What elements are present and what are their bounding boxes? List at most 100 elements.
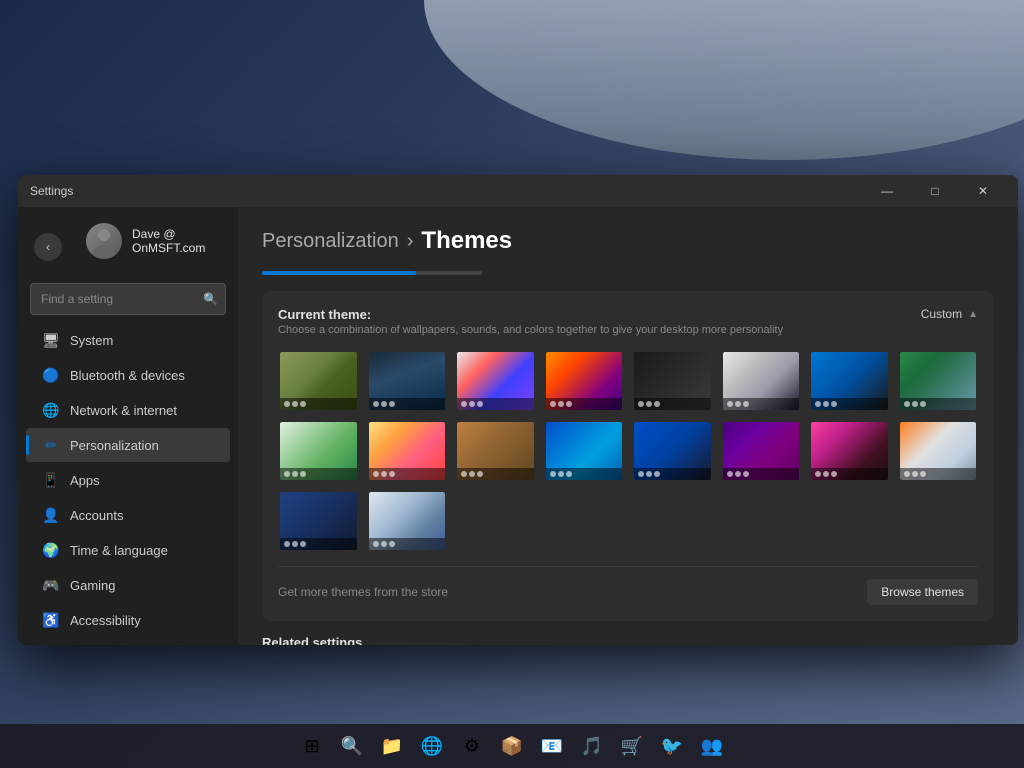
mini-dot-1-0 xyxy=(284,401,290,407)
theme-6[interactable] xyxy=(721,350,802,412)
theme-taskbar-2 xyxy=(369,398,446,410)
bluetooth-icon: 🔵 xyxy=(42,366,60,384)
mini-dot-7-0 xyxy=(815,401,821,407)
mini-dot-12-1 xyxy=(558,471,564,477)
theme-panel-footer: Get more themes from the store Browse th… xyxy=(278,566,978,605)
theme-preview-13 xyxy=(634,422,711,480)
mini-dot-5-0 xyxy=(638,401,644,407)
back-button[interactable]: ‹ xyxy=(34,233,62,261)
mini-dot-3-1 xyxy=(469,401,475,407)
theme-13[interactable] xyxy=(632,420,713,482)
theme-14[interactable] xyxy=(721,420,802,482)
theme-taskbar-7 xyxy=(811,398,888,410)
window-title: Settings xyxy=(30,184,864,198)
mini-dot-17-2 xyxy=(300,541,306,547)
sidebar-item-accessibility[interactable]: ♿Accessibility xyxy=(26,603,230,637)
sidebar-label-bluetooth: Bluetooth & devices xyxy=(70,368,185,383)
mini-dot-3-0 xyxy=(461,401,467,407)
sidebar-label-personalization: Personalization xyxy=(70,438,159,453)
taskbar-search[interactable]: 🔍 xyxy=(334,728,370,764)
theme-8[interactable] xyxy=(898,350,979,412)
taskbar: ⊞🔍📁🌐⚙📦📧🎵🛒🐦👥 xyxy=(0,724,1024,768)
taskbar-teams[interactable]: 👥 xyxy=(694,728,730,764)
taskbar-store[interactable]: 🛒 xyxy=(614,728,650,764)
taskbar-files[interactable]: 📁 xyxy=(374,728,410,764)
sidebar-item-network[interactable]: 🌐Network & internet xyxy=(26,393,230,427)
sidebar-item-privacy[interactable]: 🔒Privacy & security xyxy=(26,638,230,645)
current-theme-label: Custom xyxy=(921,307,962,321)
taskbar-icons: ⊞🔍📁🌐⚙📦📧🎵🛒🐦👥 xyxy=(294,728,730,764)
sidebar-item-bluetooth[interactable]: 🔵 Bluetooth & devices xyxy=(26,358,230,392)
theme-12[interactable] xyxy=(544,420,625,482)
mini-dot-16-0 xyxy=(904,471,910,477)
theme-11[interactable] xyxy=(455,420,536,482)
theme-3[interactable] xyxy=(455,350,536,412)
maximize-button[interactable]: □ xyxy=(912,175,958,207)
mini-dot-7-1 xyxy=(823,401,829,407)
sidebar-item-gaming[interactable]: 🎮Gaming xyxy=(26,568,230,602)
taskbar-edge[interactable]: 🌐 xyxy=(414,728,450,764)
taskbar-settings2[interactable]: ⚙ xyxy=(454,728,490,764)
mini-dot-3-2 xyxy=(477,401,483,407)
sidebar-label-time: Time & language xyxy=(70,543,168,558)
sidebar-item-system[interactable]: 🖥System xyxy=(26,323,230,357)
sidebar-label-system: System xyxy=(70,333,113,348)
theme-preview-16 xyxy=(900,422,977,480)
theme-1[interactable] xyxy=(278,350,359,412)
mini-dot-4-1 xyxy=(558,401,564,407)
theme-16[interactable] xyxy=(898,420,979,482)
mini-dot-10-2 xyxy=(389,471,395,477)
theme-5[interactable] xyxy=(632,350,713,412)
taskbar-mail[interactable]: 📧 xyxy=(534,728,570,764)
nav-items: 🖥System 🔵 Bluetooth & devices 🌐Network & in… xyxy=(18,323,238,645)
mini-dot-7-2 xyxy=(831,401,837,407)
mini-dot-6-0 xyxy=(727,401,733,407)
mini-dot-16-2 xyxy=(920,471,926,477)
theme-taskbar-18 xyxy=(369,538,446,550)
theme-4[interactable] xyxy=(544,350,625,412)
mini-dot-8-1 xyxy=(912,401,918,407)
apps-icon: 📱 xyxy=(42,471,60,489)
current-theme-badge[interactable]: Custom ▲ xyxy=(921,307,978,321)
taskbar-start[interactable]: ⊞ xyxy=(294,728,330,764)
chevron-up-icon: ▲ xyxy=(968,309,978,320)
theme-taskbar-9 xyxy=(280,468,357,480)
mini-dot-11-1 xyxy=(469,471,475,477)
breadcrumb-separator: › xyxy=(407,230,414,253)
mini-dot-2-1 xyxy=(381,401,387,407)
sidebar-item-accounts[interactable]: 👤Accounts xyxy=(26,498,230,532)
mini-dot-14-1 xyxy=(735,471,741,477)
theme-2[interactable] xyxy=(367,350,448,412)
theme-taskbar-12 xyxy=(546,468,623,480)
theme-17[interactable] xyxy=(278,490,359,552)
progress-bar-fill xyxy=(262,271,416,275)
search-input[interactable] xyxy=(30,283,226,315)
user-name: Dave @ OnMSFT.com xyxy=(132,227,222,255)
theme-10[interactable] xyxy=(367,420,448,482)
minimize-button[interactable]: — xyxy=(864,175,910,207)
sidebar-item-time[interactable]: 🌍Time & language xyxy=(26,533,230,567)
theme-18[interactable] xyxy=(367,490,448,552)
mini-dot-12-2 xyxy=(566,471,572,477)
theme-7[interactable] xyxy=(809,350,890,412)
mini-dot-2-0 xyxy=(373,401,379,407)
browse-themes-button[interactable]: Browse themes xyxy=(867,579,978,605)
close-button[interactable]: ✕ xyxy=(960,175,1006,207)
sidebar-label-apps: Apps xyxy=(70,473,100,488)
sidebar-item-personalization[interactable]: ✏Personalization xyxy=(26,428,230,462)
taskbar-apps2[interactable]: 📦 xyxy=(494,728,530,764)
mini-dot-4-2 xyxy=(566,401,572,407)
theme-taskbar-10 xyxy=(369,468,446,480)
theme-preview-6 xyxy=(723,352,800,410)
sidebar-item-apps[interactable]: 📱 Apps xyxy=(26,463,230,497)
mini-dot-17-0 xyxy=(284,541,290,547)
theme-taskbar-11 xyxy=(457,468,534,480)
user-profile[interactable]: Dave @ OnMSFT.com xyxy=(70,215,238,267)
accounts-icon: 👤 xyxy=(42,506,60,524)
theme-9[interactable] xyxy=(278,420,359,482)
taskbar-twitter[interactable]: 🐦 xyxy=(654,728,690,764)
theme-15[interactable] xyxy=(809,420,890,482)
mini-dot-13-2 xyxy=(654,471,660,477)
taskbar-spotify[interactable]: 🎵 xyxy=(574,728,610,764)
theme-preview-4 xyxy=(546,352,623,410)
